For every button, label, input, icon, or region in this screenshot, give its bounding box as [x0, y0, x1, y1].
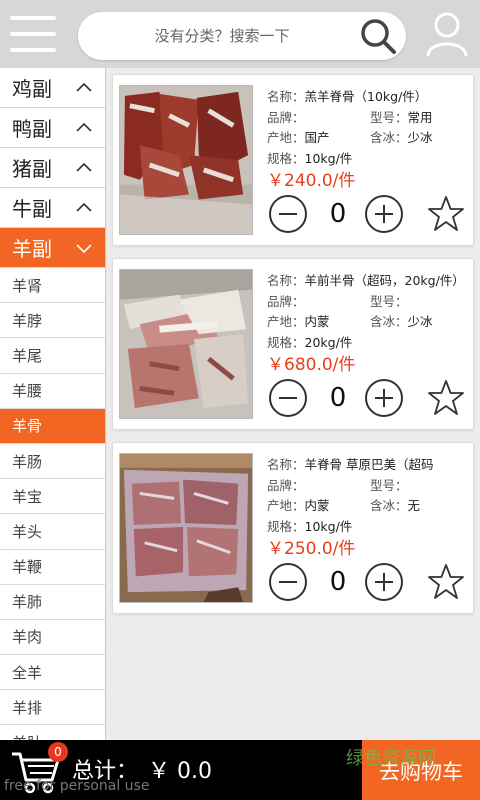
- footnote: free for personal use: [4, 778, 150, 794]
- product-ice: 无: [407, 498, 421, 513]
- product-price: ￥250.0/件: [267, 539, 356, 559]
- category-item-beef[interactable]: 牛副: [0, 188, 105, 228]
- product-name: 羔羊脊骨（10kg/件）: [304, 89, 428, 104]
- category-sidebar: 鸡副 鸭副 猪副 牛副 羊副 羊肾 羊脖 羊尾 羊腰 羊骨 羊肠 羊宝 羊头 羊…: [0, 68, 106, 740]
- product-card[interactable]: 名称： 羊脊骨 草原巴美（超码 品牌： 型号： 产地： 内蒙 含冰：无 规格： 10k…: [112, 442, 474, 614]
- product-info: 名称： 羔羊脊骨（10kg/件） 品牌： 型号： 常用 产地： 国产 含冰： 少冰 规格…: [267, 87, 473, 193]
- category-label: 牛副: [12, 197, 52, 221]
- origin-label: 产地：: [267, 314, 305, 329]
- search-input[interactable]: 没有分类？搜索一下: [78, 12, 406, 60]
- product-list: 名称： 羔羊脊骨（10kg/件） 品牌： 型号： 常用 产地： 国产 含冰： 少冰 规格…: [112, 74, 474, 626]
- spec-label: 规格：: [267, 334, 305, 350]
- subcategory-item[interactable]: 羊肠: [0, 443, 105, 480]
- product-spec: 10kg/件: [304, 518, 353, 534]
- brand-label: 品牌：: [267, 109, 305, 125]
- product-card[interactable]: 名称： 羔羊脊骨（10kg/件） 品牌： 型号： 常用 产地： 国产 含冰： 少冰 规格…: [112, 74, 474, 246]
- plus-button[interactable]: [365, 563, 403, 601]
- subcategory-item[interactable]: 全羊: [0, 655, 105, 691]
- ice-label: 含冰：: [370, 498, 408, 513]
- chevron-up-icon: [76, 82, 92, 92]
- spec-label: 规格：: [267, 518, 305, 534]
- user-icon[interactable]: [424, 10, 470, 58]
- product-spec: 20kg/件: [304, 334, 353, 350]
- search-placeholder: 没有分类？搜索一下: [154, 27, 290, 45]
- quantity-stepper: 0: [267, 377, 467, 419]
- chevron-up-icon: [76, 162, 92, 172]
- product-card[interactable]: 名称： 羊前半骨（超码，20kg/件） 品牌： 型号： 产地： 内蒙 含冰： 少冰 规…: [112, 258, 474, 430]
- category-label: 鸡副: [12, 77, 52, 101]
- quantity-value: 0: [329, 567, 347, 597]
- category-label: 猪副: [12, 157, 52, 181]
- plus-button[interactable]: [365, 195, 403, 233]
- menu-icon[interactable]: [8, 12, 58, 56]
- plus-button[interactable]: [365, 379, 403, 417]
- subcategory-item[interactable]: 羊头: [0, 514, 105, 550]
- name-label: 名称：: [267, 89, 305, 104]
- subcategory-item[interactable]: 羊肉: [0, 619, 105, 656]
- search-icon[interactable]: [358, 16, 398, 56]
- model-label: 型号：: [370, 109, 408, 125]
- product-photo[interactable]: [119, 453, 253, 603]
- category-item-duck[interactable]: 鸭副: [0, 108, 105, 148]
- ice-label: 含冰：: [370, 130, 408, 145]
- product-photo[interactable]: [119, 269, 253, 419]
- model-label: 型号：: [370, 293, 408, 309]
- chevron-up-icon: [76, 122, 92, 132]
- subcategory-item[interactable]: 羊宝: [0, 479, 105, 515]
- category-item-pork[interactable]: 猪副: [0, 148, 105, 188]
- subcategory-item[interactable]: 羊脖: [0, 303, 105, 339]
- chevron-up-icon: [76, 202, 92, 212]
- cart-count-badge: 0: [48, 742, 68, 762]
- category-item-lamb[interactable]: 羊副: [0, 228, 105, 268]
- spec-label: 规格：: [267, 150, 305, 166]
- brand-label: 品牌：: [267, 477, 305, 493]
- product-spec: 10kg/件: [304, 150, 353, 166]
- star-icon[interactable]: [427, 379, 465, 417]
- origin-label: 产地：: [267, 130, 305, 145]
- product-ice: 少冰: [407, 314, 433, 329]
- model-label: 型号：: [370, 477, 408, 493]
- brand-label: 品牌：: [267, 293, 305, 309]
- name-label: 名称：: [267, 273, 305, 288]
- product-name: 羊脊骨 草原巴美（超码: [304, 457, 434, 472]
- quantity-stepper: 0: [267, 193, 467, 235]
- subcategory-item[interactable]: 羊尾: [0, 338, 105, 374]
- subcategory-item[interactable]: 羊排: [0, 690, 105, 726]
- product-origin: 内蒙: [304, 498, 330, 513]
- minus-button[interactable]: [269, 563, 307, 601]
- product-info: 名称： 羊前半骨（超码，20kg/件） 品牌： 型号： 产地： 内蒙 含冰： 少冰 规…: [267, 271, 473, 377]
- quantity-value: 0: [329, 383, 347, 413]
- star-icon[interactable]: [427, 563, 465, 601]
- product-origin: 国产: [304, 130, 330, 145]
- product-price: ￥680.0/件: [267, 355, 356, 375]
- origin-label: 产地：: [267, 498, 305, 513]
- subcategory-item[interactable]: 羊鞭: [0, 549, 105, 585]
- watermark: 绿色资源网: [346, 748, 436, 769]
- total-amount: ￥ 0.0: [148, 759, 212, 784]
- category-label: 羊副: [12, 237, 52, 261]
- product-model: 常用: [407, 109, 433, 125]
- subcategory-item[interactable]: 羊腰: [0, 373, 105, 409]
- subcategory-item[interactable]: 羊肚: [0, 725, 105, 740]
- product-info: 名称： 羊脊骨 草原巴美（超码 品牌： 型号： 产地： 内蒙 含冰：无 规格： 10k…: [267, 455, 473, 561]
- top-header: 没有分类？搜索一下: [0, 0, 480, 68]
- product-price: ￥240.0/件: [267, 171, 356, 191]
- product-name: 羊前半骨（超码，20kg/件）: [304, 273, 465, 288]
- minus-button[interactable]: [269, 195, 307, 233]
- name-label: 名称：: [267, 457, 305, 472]
- quantity-value: 0: [329, 199, 347, 229]
- product-origin: 内蒙: [304, 314, 330, 329]
- minus-button[interactable]: [269, 379, 307, 417]
- category-label: 鸭副: [12, 117, 52, 141]
- subcategory-item[interactable]: 羊肾: [0, 268, 105, 304]
- category-item-chicken[interactable]: 鸡副: [0, 68, 105, 108]
- subcategory-item[interactable]: 羊肺: [0, 584, 105, 620]
- quantity-stepper: 0: [267, 561, 467, 603]
- subcategory-item-active[interactable]: 羊骨: [0, 408, 105, 444]
- product-photo[interactable]: [119, 85, 253, 235]
- ice-label: 含冰：: [370, 314, 408, 329]
- star-icon[interactable]: [427, 195, 465, 233]
- product-ice: 少冰: [407, 130, 433, 145]
- chevron-down-icon: [76, 243, 92, 253]
